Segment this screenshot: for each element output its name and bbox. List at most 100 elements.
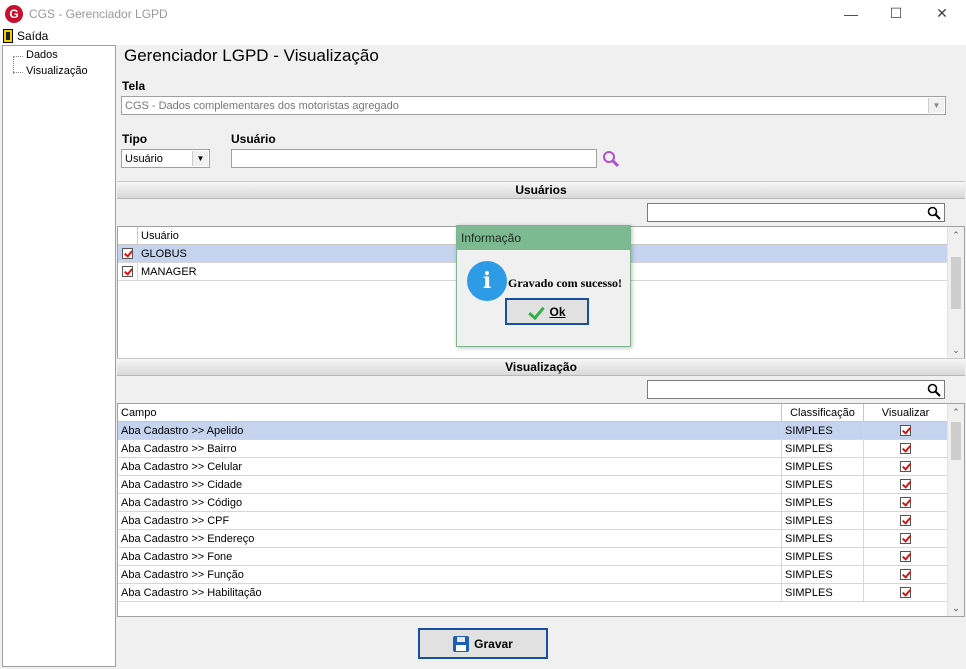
visualizacao-search-input[interactable] — [647, 380, 945, 399]
exit-menu-item[interactable]: Saída — [3, 29, 48, 43]
campo-cell[interactable]: Aba Cadastro >> Celular — [118, 458, 782, 475]
classificacao-cell[interactable]: SIMPLES — [782, 494, 864, 511]
classificacao-cell[interactable]: SIMPLES — [782, 530, 864, 547]
visualizar-cell[interactable] — [864, 422, 947, 439]
chevron-down-icon[interactable]: ▼ — [928, 98, 944, 113]
chevron-down-icon[interactable]: ▼ — [192, 151, 208, 166]
scroll-thumb[interactable] — [951, 422, 961, 460]
checkbox-checked-icon[interactable] — [900, 569, 911, 580]
minimize-button[interactable]: — — [828, 0, 874, 27]
exit-menu-label: Saída — [17, 29, 49, 43]
classificacao-cell[interactable]: SIMPLES — [782, 512, 864, 529]
search-icon[interactable] — [927, 206, 941, 220]
ok-button[interactable]: Ok — [505, 298, 589, 325]
visualizar-cell[interactable] — [864, 530, 947, 547]
classificacao-cell[interactable]: SIMPLES — [782, 584, 864, 601]
checkbox-checked-icon[interactable] — [900, 425, 911, 436]
ok-button-label: Ok — [549, 304, 566, 319]
checkbox-checked-icon[interactable] — [900, 551, 911, 562]
classificacao-cell[interactable]: SIMPLES — [782, 476, 864, 493]
tree-item-visualizacao[interactable]: Visualização — [13, 65, 88, 77]
classificacao-cell[interactable]: SIMPLES — [782, 422, 864, 439]
table-row[interactable]: Aba Cadastro >> Celular SIMPLES — [118, 458, 947, 476]
usuarios-section-header: Usuários — [117, 181, 965, 199]
campo-cell[interactable]: Aba Cadastro >> Fone — [118, 548, 782, 565]
table-row[interactable]: Aba Cadastro >> Código SIMPLES — [118, 494, 947, 512]
maximize-button[interactable]: ☐ — [873, 0, 919, 27]
campo-cell[interactable]: Aba Cadastro >> Endereço — [118, 530, 782, 547]
classificacao-cell[interactable]: SIMPLES — [782, 548, 864, 565]
campo-cell[interactable]: Aba Cadastro >> Cidade — [118, 476, 782, 493]
column-header-campo[interactable]: Campo — [118, 404, 782, 422]
classificacao-cell[interactable]: SIMPLES — [782, 566, 864, 583]
window-title: CGS - Gerenciador LGPD — [29, 6, 168, 21]
visualizar-cell[interactable] — [864, 584, 947, 601]
campo-cell[interactable]: Aba Cadastro >> CPF — [118, 512, 782, 529]
visualizacao-scrollbar[interactable]: ⌃ ⌄ — [947, 404, 964, 616]
usuarios-scrollbar[interactable]: ⌃ ⌄ — [947, 227, 964, 358]
visualizacao-grid-header: Campo Classificação Visualizar — [118, 404, 948, 422]
visualizar-cell[interactable] — [864, 512, 947, 529]
classificacao-cell[interactable]: SIMPLES — [782, 458, 864, 475]
tela-select[interactable]: CGS - Dados complementares dos motorista… — [121, 96, 946, 115]
app-logo-icon: G — [5, 4, 23, 23]
dialog-message: Gravado com sucesso! — [508, 276, 622, 290]
visualizar-cell[interactable] — [864, 440, 947, 457]
row-checkbox[interactable] — [118, 245, 138, 262]
checkbox-checked-icon[interactable] — [122, 266, 133, 277]
checkbox-checked-icon[interactable] — [122, 248, 133, 259]
usuario-input[interactable] — [231, 149, 597, 168]
visualizar-cell[interactable] — [864, 566, 947, 583]
visualizar-cell[interactable] — [864, 476, 947, 493]
scroll-up-icon[interactable]: ⌃ — [948, 404, 964, 420]
checkbox-checked-icon[interactable] — [900, 515, 911, 526]
scroll-thumb[interactable] — [951, 257, 961, 309]
column-header-classificacao[interactable]: Classificação — [782, 404, 864, 422]
visualizar-cell[interactable] — [864, 548, 947, 565]
visualizar-cell[interactable] — [864, 458, 947, 475]
dialog-title: Informação — [457, 226, 630, 250]
campo-cell[interactable]: Aba Cadastro >> Habilitação — [118, 584, 782, 601]
table-row[interactable]: Aba Cadastro >> Cidade SIMPLES — [118, 476, 947, 494]
table-row[interactable]: Aba Cadastro >> Fone SIMPLES — [118, 548, 947, 566]
navigation-tree: Dados Visualização — [2, 45, 116, 667]
visualizacao-grid: Campo Classificação Visualizar Aba Cadas… — [117, 403, 965, 617]
gravar-button-label: Gravar — [474, 636, 513, 651]
tree-item-dados[interactable]: Dados — [13, 49, 58, 61]
table-row[interactable]: Aba Cadastro >> CPF SIMPLES — [118, 512, 947, 530]
visualizacao-section-header: Visualização — [117, 358, 965, 376]
title-bar: G CGS - Gerenciador LGPD — ☐ ✕ — [0, 0, 966, 27]
campo-cell[interactable]: Aba Cadastro >> Bairro — [118, 440, 782, 457]
tipo-select[interactable]: Usuário ▼ — [121, 149, 210, 168]
table-row[interactable]: Aba Cadastro >> Endereço SIMPLES — [118, 530, 947, 548]
checkbox-checked-icon[interactable] — [900, 533, 911, 544]
column-header-visualizar[interactable]: Visualizar — [864, 404, 947, 422]
campo-cell[interactable]: Aba Cadastro >> Apelido — [118, 422, 782, 439]
scroll-down-icon[interactable]: ⌄ — [948, 342, 964, 358]
campo-cell[interactable]: Aba Cadastro >> Função — [118, 566, 782, 583]
close-button[interactable]: ✕ — [919, 0, 965, 27]
row-checkbox[interactable] — [118, 263, 138, 280]
search-icon[interactable] — [602, 150, 620, 168]
checkbox-checked-icon[interactable] — [900, 461, 911, 472]
table-row[interactable]: Aba Cadastro >> Bairro SIMPLES — [118, 440, 947, 458]
table-row[interactable]: Aba Cadastro >> Função SIMPLES — [118, 566, 947, 584]
campo-cell[interactable]: Aba Cadastro >> Código — [118, 494, 782, 511]
checkbox-checked-icon[interactable] — [900, 443, 911, 454]
table-row[interactable]: Aba Cadastro >> Habilitação SIMPLES — [118, 584, 947, 602]
table-row[interactable]: Aba Cadastro >> Apelido SIMPLES — [118, 422, 947, 440]
checkbox-checked-icon[interactable] — [900, 587, 911, 598]
scroll-up-icon[interactable]: ⌃ — [948, 227, 964, 243]
tipo-select-value: Usuário — [125, 152, 163, 165]
tela-label: Tela — [122, 79, 146, 93]
classificacao-cell[interactable]: SIMPLES — [782, 440, 864, 457]
scroll-down-icon[interactable]: ⌄ — [948, 600, 964, 616]
checkbox-checked-icon[interactable] — [900, 497, 911, 508]
visualizar-cell[interactable] — [864, 494, 947, 511]
gravar-button[interactable]: Gravar — [418, 628, 548, 659]
tela-select-value: CGS - Dados complementares dos motorista… — [125, 99, 399, 112]
checkbox-checked-icon[interactable] — [900, 479, 911, 490]
search-icon[interactable] — [927, 383, 941, 397]
usuarios-search-input[interactable] — [647, 203, 945, 222]
info-dialog: Informação i Gravado com sucesso! Ok — [456, 225, 631, 347]
